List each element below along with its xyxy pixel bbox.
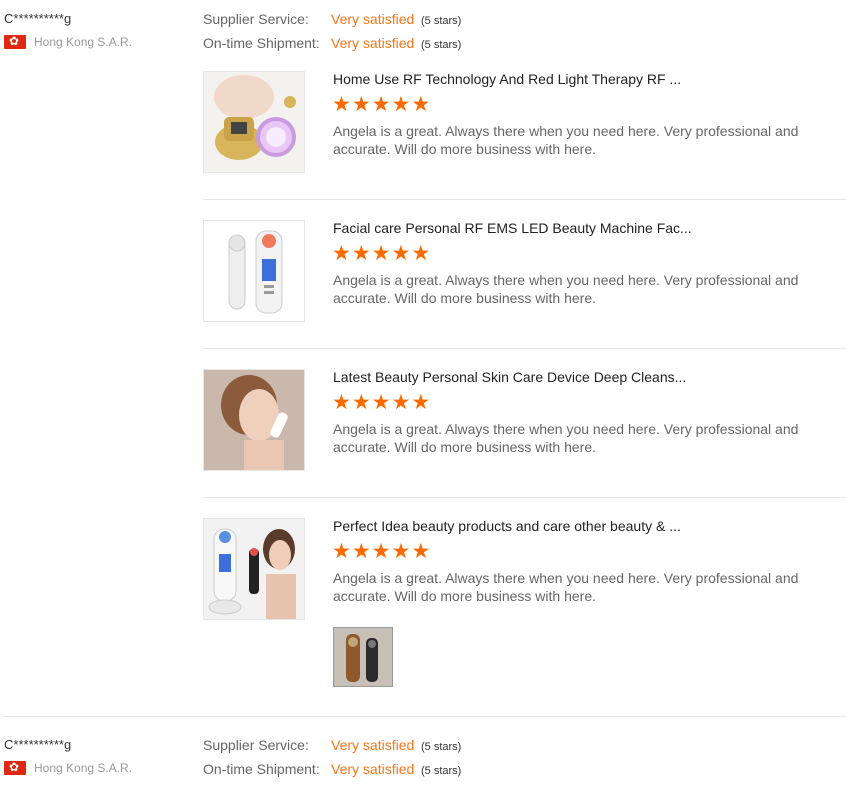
review-comment: Angela is a great. Always there when you… [333, 570, 799, 604]
star-icon: ★ [332, 242, 351, 265]
star-icon: ★ [371, 391, 391, 414]
rating-value: Very satisfied [331, 35, 415, 51]
product-thumbnail[interactable] [203, 518, 305, 620]
star-icon: ★ [371, 242, 391, 265]
reviewer-location: Hong Kong S.A.R. [4, 759, 194, 775]
review-divider [4, 716, 846, 717]
star-icon: ★ [391, 93, 411, 116]
review-comment: Angela is a great. Always there when you… [333, 272, 799, 306]
rating-label: On-time Shipment: [203, 35, 320, 51]
supplier-service-rating: Supplier Service: Very satisfied (5 star… [203, 11, 461, 35]
on-time-shipment-rating: On-time Shipment: Very satisfied (5 star… [203, 35, 461, 59]
divider [203, 497, 846, 498]
product-title[interactable]: Latest Beauty Personal Skin Care Device … [333, 369, 686, 385]
star-icon: ★ [391, 540, 411, 563]
star-icon: ★ [371, 93, 391, 116]
on-time-shipment-rating: On-time Shipment: Very satisfied (5 star… [203, 761, 461, 785]
review-comment: Angela is a great. Always there when you… [333, 421, 799, 455]
rating-value: Very satisfied [331, 761, 415, 777]
hong-kong-flag-icon [4, 759, 26, 775]
star-icon: ★ [391, 391, 411, 414]
rating-label: Supplier Service: [203, 737, 309, 753]
star-icon: ★ [332, 391, 351, 414]
product-rating-stars: ★ ★ ★ ★ ★ [332, 391, 431, 414]
product-title[interactable]: Home Use RF Technology And Red Light The… [333, 71, 681, 87]
rating-stars-text: (5 stars) [421, 741, 462, 753]
product-title[interactable]: Facial care Personal RF EMS LED Beauty M… [333, 220, 692, 236]
star-icon: ★ [332, 540, 351, 563]
star-icon: ★ [391, 242, 411, 265]
rating-value: Very satisfied [331, 11, 415, 27]
product-title[interactable]: Perfect Idea beauty products and care ot… [333, 518, 681, 534]
rating-label: On-time Shipment: [203, 761, 320, 777]
product-thumbnail[interactable] [203, 71, 305, 173]
product-rating-stars: ★ ★ ★ ★ ★ [332, 540, 431, 563]
product-rating-stars: ★ ★ ★ ★ ★ [332, 242, 431, 265]
star-icon: ★ [411, 391, 431, 414]
reviewer-location: Hong Kong S.A.R. [4, 33, 194, 49]
hong-kong-flag-icon [4, 33, 26, 49]
rating-stars-text: (5 stars) [421, 765, 462, 777]
reviewer-info: C**********g Hong Kong S.A.R. [4, 737, 194, 775]
review-comment: Angela is a great. Always there when you… [333, 123, 799, 157]
reviewer-name: C**********g [4, 11, 72, 26]
rating-value: Very satisfied [331, 737, 415, 753]
star-icon: ★ [332, 93, 351, 116]
product-thumbnail[interactable] [203, 369, 305, 471]
rating-stars-text: (5 stars) [421, 39, 462, 51]
divider [203, 199, 846, 200]
review-photo-attachment[interactable] [333, 627, 393, 687]
supplier-ratings: Supplier Service: Very satisfied (5 star… [203, 737, 461, 785]
star-icon: ★ [351, 540, 371, 563]
product-thumbnail[interactable] [203, 220, 305, 322]
star-icon: ★ [351, 93, 371, 116]
supplier-ratings: Supplier Service: Very satisfied (5 star… [203, 11, 461, 59]
star-icon: ★ [411, 93, 431, 116]
rating-label: Supplier Service: [203, 11, 309, 27]
location-text: Hong Kong S.A.R. [34, 761, 133, 775]
star-icon: ★ [411, 540, 431, 563]
location-text: Hong Kong S.A.R. [34, 35, 133, 49]
rating-stars-text: (5 stars) [421, 15, 462, 27]
star-icon: ★ [351, 391, 371, 414]
star-icon: ★ [351, 242, 371, 265]
reviewer-name: C**********g [4, 737, 72, 752]
star-icon: ★ [411, 242, 431, 265]
star-icon: ★ [371, 540, 391, 563]
supplier-service-rating: Supplier Service: Very satisfied (5 star… [203, 737, 461, 761]
reviewer-info: C**********g Hong Kong S.A.R. [4, 11, 194, 49]
product-rating-stars: ★ ★ ★ ★ ★ [332, 93, 431, 116]
divider [203, 348, 846, 349]
